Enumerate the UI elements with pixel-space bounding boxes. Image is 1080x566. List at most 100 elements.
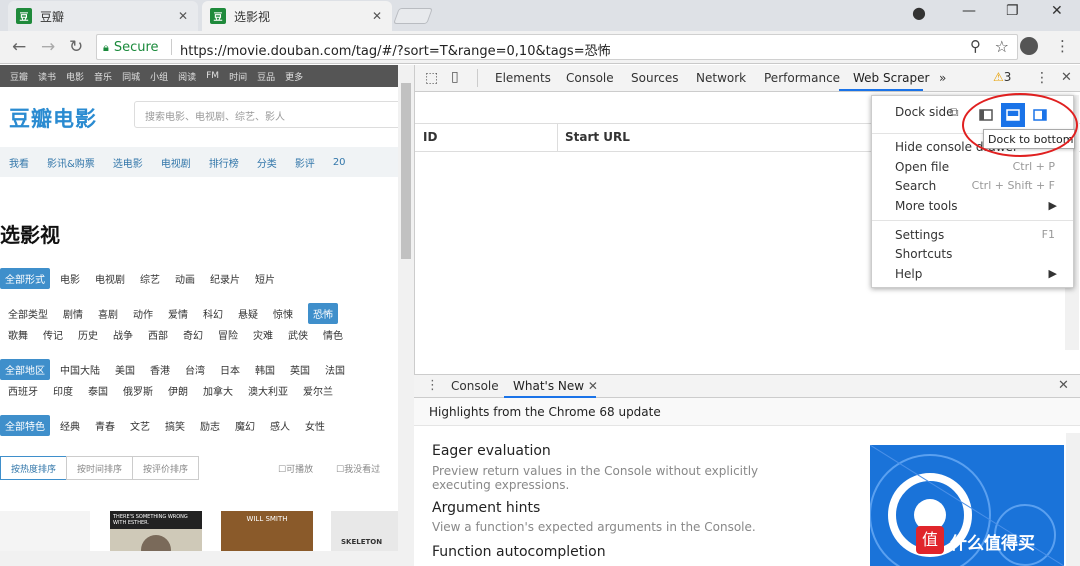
scrollbar-thumb[interactable] [401,83,411,259]
filter-tag[interactable]: 英国 [290,362,310,377]
filter-tag[interactable]: 奇幻 [183,327,203,342]
zoom-search-icon[interactable]: ⚲ [970,37,981,55]
filter-tag[interactable]: 西班牙 [8,383,38,398]
filter-tag[interactable]: 爱尔兰 [303,383,333,398]
filter-tag[interactable]: 科幻 [203,306,223,321]
top-nav-link[interactable]: FM [206,71,219,81]
filter-tag[interactable]: 战争 [113,327,133,342]
tab-network[interactable]: Network [696,71,746,85]
filter-tag[interactable]: 全部地区 [0,358,50,380]
filter-tag[interactable]: 冒险 [218,327,238,342]
filter-tag[interactable]: 经典 [60,418,80,433]
top-nav-link[interactable]: 同城 [122,70,140,83]
menu-open-file[interactable]: Open file [895,160,949,174]
filter-tag[interactable]: 全部形式 [0,267,50,289]
menu-help[interactable]: Help [895,267,922,281]
inspect-element-icon[interactable]: ⬚ [425,70,438,86]
minimize-icon[interactable]: — [962,3,976,19]
filter-tag[interactable]: 魔幻 [235,418,255,433]
drawer-tab-whats-new[interactable]: What's New ✕ [513,379,598,393]
sub-nav-link[interactable]: 影讯&购票 [47,155,95,170]
devtools-menu-icon[interactable]: ⋮ [1035,70,1049,86]
extension-icon[interactable] [1020,37,1038,55]
top-nav-link[interactable]: 更多 [285,70,303,83]
top-nav-link[interactable]: 音乐 [94,70,112,83]
filter-tag[interactable]: 伊朗 [168,383,188,398]
tab-elements[interactable]: Elements [495,71,551,85]
top-nav-link[interactable]: 豆品 [257,70,275,83]
filter-tag[interactable]: 武侠 [288,327,308,342]
filter-tag[interactable]: 动画 [175,271,195,286]
filter-tag[interactable]: 励志 [200,418,220,433]
tab-web-scraper[interactable]: Web Scraper [853,71,929,85]
filter-tag[interactable]: 剧情 [63,306,83,321]
filter-tag[interactable]: 香港 [150,362,170,377]
more-tabs-button[interactable]: » [939,71,946,85]
filter-tag[interactable]: 历史 [78,327,98,342]
undock-icon[interactable]: ⧉ [950,105,959,120]
filter-tag[interactable]: 传记 [43,327,63,342]
drawer-menu-icon[interactable]: ⋮ [426,378,439,393]
filter-tag[interactable]: 全部特色 [0,414,50,436]
filter-tag[interactable]: 澳大利亚 [248,383,288,398]
sub-nav-link[interactable]: 影评 [295,155,315,170]
filter-tag[interactable]: 短片 [255,271,275,286]
forward-arrow-icon[interactable]: → [41,37,55,57]
douban-movie-logo[interactable]: 豆瓣电影 [9,103,97,133]
filter-tag[interactable]: 青春 [95,418,115,433]
browser-tab[interactable]: 豆 豆瓣 ✕ [8,1,198,31]
filter-tag[interactable]: 综艺 [140,271,160,286]
filter-tag[interactable]: 台湾 [185,362,205,377]
top-nav-link[interactable]: 电影 [66,70,84,83]
menu-kebab-icon[interactable]: ⋮ [1055,37,1070,55]
back-arrow-icon[interactable]: ← [12,37,26,57]
top-nav-link[interactable]: 时间 [229,70,247,83]
filter-tag[interactable]: 法国 [325,362,345,377]
filter-tag[interactable]: 喜剧 [98,306,118,321]
browser-tab-active[interactable]: 豆 选影视 ✕ [202,1,392,31]
drawer-scrollbar[interactable] [1066,433,1080,566]
menu-settings[interactable]: Settings [895,228,944,242]
filter-tag[interactable]: 文艺 [130,418,150,433]
secure-indicator[interactable]: 🔒︎ Secure [103,40,159,55]
sub-nav-link[interactable]: 选电影 [113,155,143,170]
close-drawer-icon[interactable]: ✕ [1058,378,1069,393]
top-nav-link[interactable]: 豆瓣 [10,70,28,83]
top-nav-link[interactable]: 阅读 [178,70,196,83]
sort-by-time-button[interactable]: 按时间排序 [66,456,134,480]
drawer-tab-console[interactable]: Console [451,379,499,393]
filter-tag[interactable]: 电影 [60,271,80,286]
warning-icon[interactable]: ⚠3 [993,70,1011,84]
maximize-icon[interactable]: ❐ [1006,3,1019,19]
device-toolbar-icon[interactable]: ▯ [451,69,459,85]
sub-nav-link[interactable]: 排行榜 [209,155,239,170]
filter-tag[interactable]: 俄罗斯 [123,383,153,398]
filter-tag[interactable]: 全部类型 [8,306,48,321]
filter-tag[interactable]: 情色 [323,327,343,342]
filter-tag[interactable]: 动作 [133,306,153,321]
horizontal-scrollbar[interactable] [0,551,398,566]
close-tab-icon[interactable]: ✕ [178,9,188,23]
sort-by-hot-button[interactable]: 按热度排序 [0,456,68,480]
not-seen-checkbox[interactable]: ☐我没看过 [336,462,380,475]
filter-tag[interactable]: 韩国 [255,362,275,377]
new-tab-button[interactable] [393,8,433,24]
filter-tag[interactable]: 美国 [115,362,135,377]
close-devtools-icon[interactable]: ✕ [1061,70,1072,85]
filter-tag[interactable]: 加拿大 [203,383,233,398]
filter-tag[interactable]: 中国大陆 [60,362,100,377]
filter-tag[interactable]: 惊悚 [273,306,293,321]
reload-icon[interactable]: ↻ [69,37,83,57]
bookmark-star-icon[interactable]: ☆ [995,37,1009,56]
sub-nav-link[interactable]: 分类 [257,155,277,170]
filter-tag[interactable]: 女性 [305,418,325,433]
close-window-icon[interactable]: ✕ [1051,3,1063,19]
sub-nav-link[interactable]: 我看 [9,155,29,170]
filter-tag[interactable]: 爱情 [168,306,188,321]
top-nav-link[interactable]: 读书 [38,70,56,83]
filter-tag[interactable]: 电视剧 [95,271,125,286]
filter-tag[interactable]: 恐怖 [308,302,338,324]
sort-by-rating-button[interactable]: 按评价排序 [132,456,200,480]
sub-nav-link[interactable]: 电视剧 [161,155,191,170]
filter-tag[interactable]: 悬疑 [238,306,258,321]
